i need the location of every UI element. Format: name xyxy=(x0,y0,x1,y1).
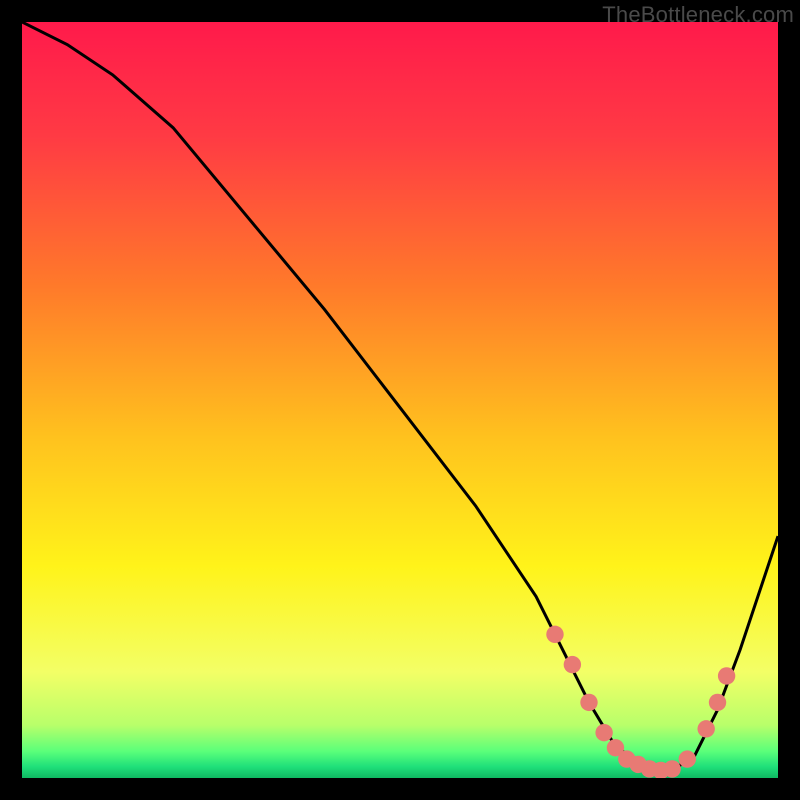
marker-point xyxy=(595,724,612,741)
marker-point xyxy=(546,626,563,643)
marker-point xyxy=(679,750,696,767)
marker-point xyxy=(564,656,581,673)
gradient-background xyxy=(22,22,778,778)
marker-point xyxy=(580,694,597,711)
marker-point xyxy=(718,667,735,684)
marker-point xyxy=(663,760,680,777)
marker-point xyxy=(709,694,726,711)
marker-point xyxy=(697,720,714,737)
chart-frame: TheBottleneck.com xyxy=(0,0,800,800)
chart-svg xyxy=(22,22,778,778)
